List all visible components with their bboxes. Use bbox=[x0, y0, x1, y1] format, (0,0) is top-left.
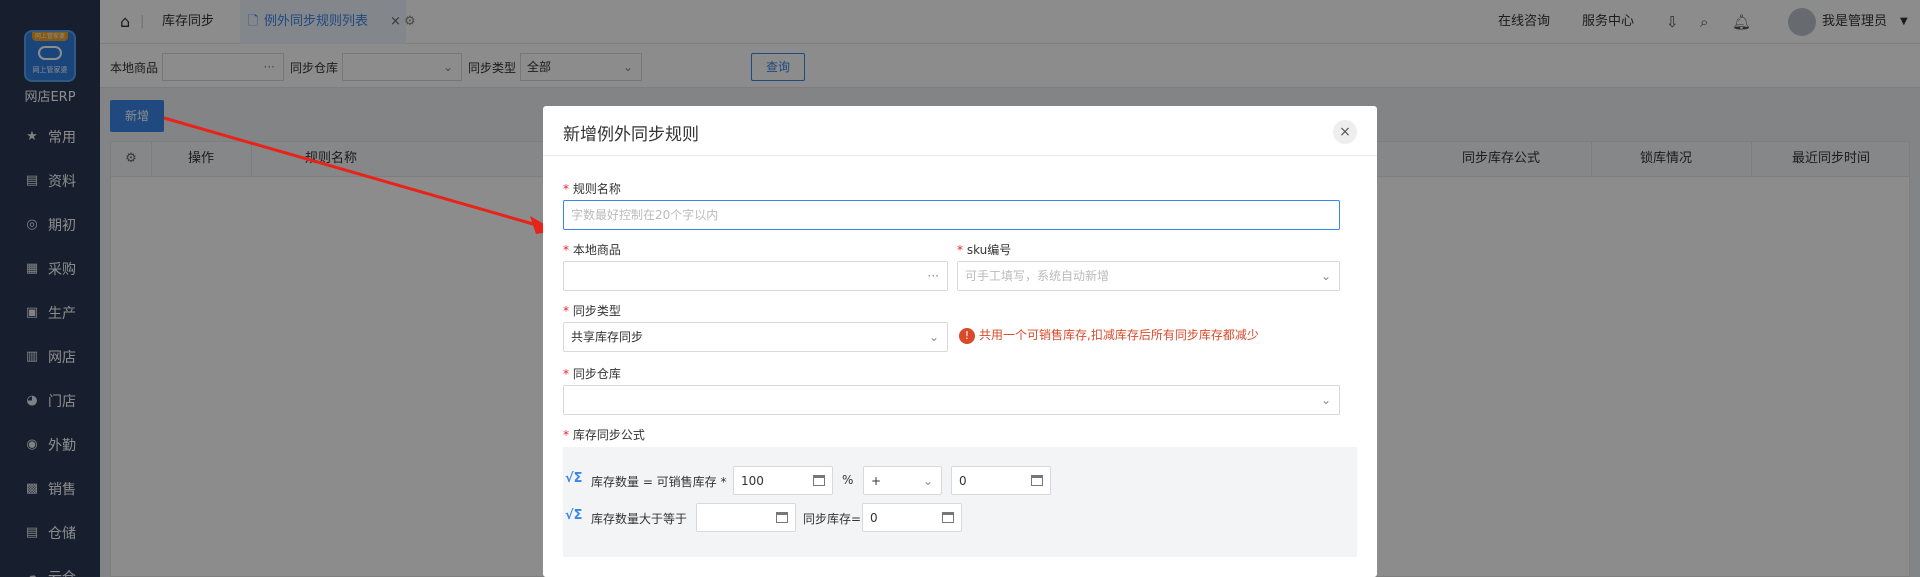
formula2-sync-input[interactable]: 0 bbox=[862, 503, 962, 532]
formula1-text: 库存数量 = 可销售库存 * bbox=[591, 475, 727, 489]
calculator-icon[interactable] bbox=[942, 512, 954, 523]
calculator-icon[interactable] bbox=[813, 475, 825, 486]
chevron-down-icon: ⌄ bbox=[922, 474, 933, 488]
rule-name-label: * 规则名称 bbox=[563, 182, 621, 196]
formula-icon: √Σ bbox=[565, 508, 583, 523]
formula-panel: √Σ 库存数量 = 可销售库存 * 100 % + ⌄ 0 √Σ 库存数量大于等于… bbox=[563, 447, 1357, 557]
local-goods-input[interactable]: ··· bbox=[563, 261, 948, 291]
sku-placeholder: 可手工填写，系统自动新增 bbox=[965, 269, 1110, 283]
chevron-down-icon: ⌄ bbox=[928, 330, 939, 344]
sync-type-select[interactable]: 共享库存同步 ⌄ bbox=[563, 322, 948, 352]
formula-label: * 库存同步公式 bbox=[563, 428, 645, 442]
warehouse-select[interactable]: ⌄ bbox=[563, 385, 1340, 415]
add-rule-modal: 新增例外同步规则 × * 规则名称 字数最好控制在20个字以内 * 本地商品 ·… bbox=[543, 106, 1377, 577]
operator-value: + bbox=[871, 474, 882, 488]
more-icon[interactable]: ··· bbox=[928, 262, 939, 290]
formula2-sync-value: 0 bbox=[870, 511, 878, 525]
warehouse-label: * 同步仓库 bbox=[563, 367, 621, 381]
formula1-add-value: 0 bbox=[959, 474, 967, 488]
sku-label: * sku编号 bbox=[957, 243, 1012, 257]
formula2-threshold-input[interactable] bbox=[696, 503, 796, 532]
sync-type-label: * 同步类型 bbox=[563, 304, 621, 318]
sync-type-value: 共享库存同步 bbox=[571, 330, 644, 344]
formula-icon: √Σ bbox=[565, 471, 583, 486]
local-goods-label: * 本地商品 bbox=[563, 243, 621, 257]
sku-input[interactable]: 可手工填写，系统自动新增 ⌄ bbox=[957, 261, 1340, 291]
chevron-down-icon: ⌄ bbox=[1320, 269, 1331, 283]
divider bbox=[543, 155, 1377, 156]
arrow-line bbox=[163, 116, 541, 228]
percent-sign: % bbox=[842, 473, 854, 487]
sync-type-hint: ! 共用一个可销售库存,扣减库存后所有同步库存都减少 bbox=[959, 327, 1259, 344]
modal-title: 新增例外同步规则 bbox=[563, 125, 699, 145]
formula1-add-input[interactable]: 0 bbox=[951, 466, 1051, 495]
formula2-sync-label: 同步库存= bbox=[803, 512, 862, 526]
formula1-percent-input[interactable]: 100 bbox=[733, 466, 833, 495]
formula1-value: 100 bbox=[741, 474, 764, 488]
formula2-text: 库存数量大于等于 bbox=[591, 512, 688, 526]
close-icon[interactable]: × bbox=[1333, 120, 1357, 144]
calculator-icon[interactable] bbox=[1031, 475, 1043, 486]
operator-select[interactable]: + ⌄ bbox=[863, 466, 942, 495]
calculator-icon[interactable] bbox=[776, 512, 788, 523]
rule-name-input[interactable]: 字数最好控制在20个字以内 bbox=[563, 200, 1340, 230]
info-icon: ! bbox=[959, 327, 975, 344]
chevron-down-icon: ⌄ bbox=[1320, 393, 1331, 407]
